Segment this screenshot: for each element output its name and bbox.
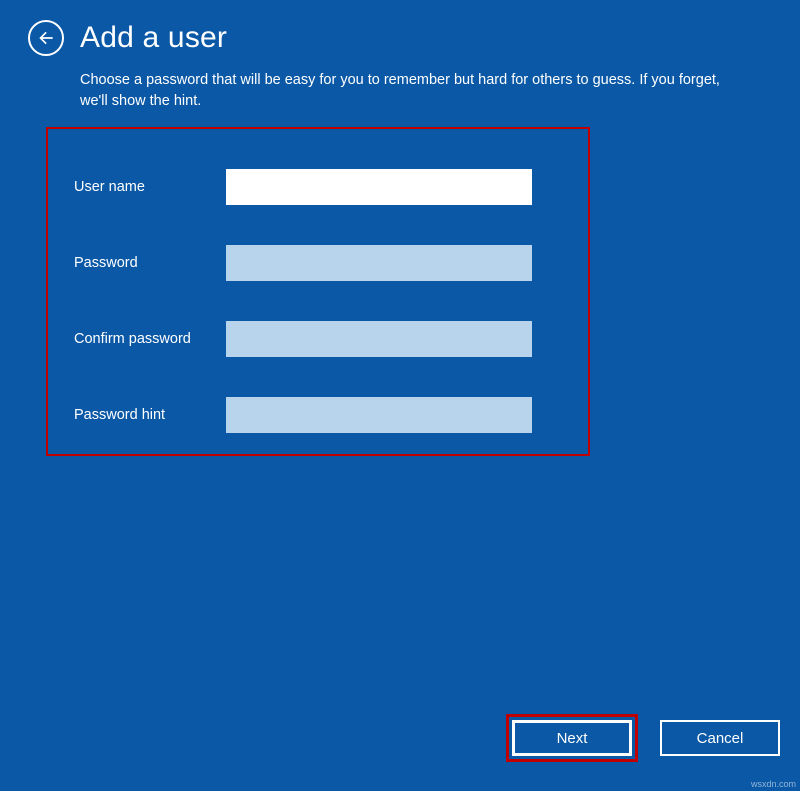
- password-hint-input[interactable]: [226, 397, 532, 433]
- field-row-hint: Password hint: [48, 397, 588, 433]
- password-hint-label: Password hint: [74, 407, 226, 423]
- button-bar: Next Cancel: [506, 714, 780, 762]
- field-row-password: Password: [48, 245, 588, 281]
- arrow-left-icon: [36, 28, 56, 48]
- username-label: User name: [74, 179, 226, 195]
- next-button-highlight: Next: [506, 714, 638, 762]
- password-input[interactable]: [226, 245, 532, 281]
- password-label: Password: [74, 255, 226, 271]
- page-title: Add a user: [80, 21, 227, 55]
- page-subtitle: Choose a password that will be easy for …: [0, 56, 800, 112]
- next-button[interactable]: Next: [512, 720, 632, 756]
- back-button[interactable]: [28, 20, 64, 56]
- username-input[interactable]: [226, 169, 532, 205]
- confirm-password-input[interactable]: [226, 321, 532, 357]
- confirm-password-label: Confirm password: [74, 331, 226, 347]
- field-row-username: User name: [48, 169, 588, 205]
- form-highlight-box: User name Password Confirm password Pass…: [46, 127, 590, 456]
- watermark: wsxdn.com: [751, 779, 796, 789]
- cancel-button[interactable]: Cancel: [660, 720, 780, 756]
- field-row-confirm: Confirm password: [48, 321, 588, 357]
